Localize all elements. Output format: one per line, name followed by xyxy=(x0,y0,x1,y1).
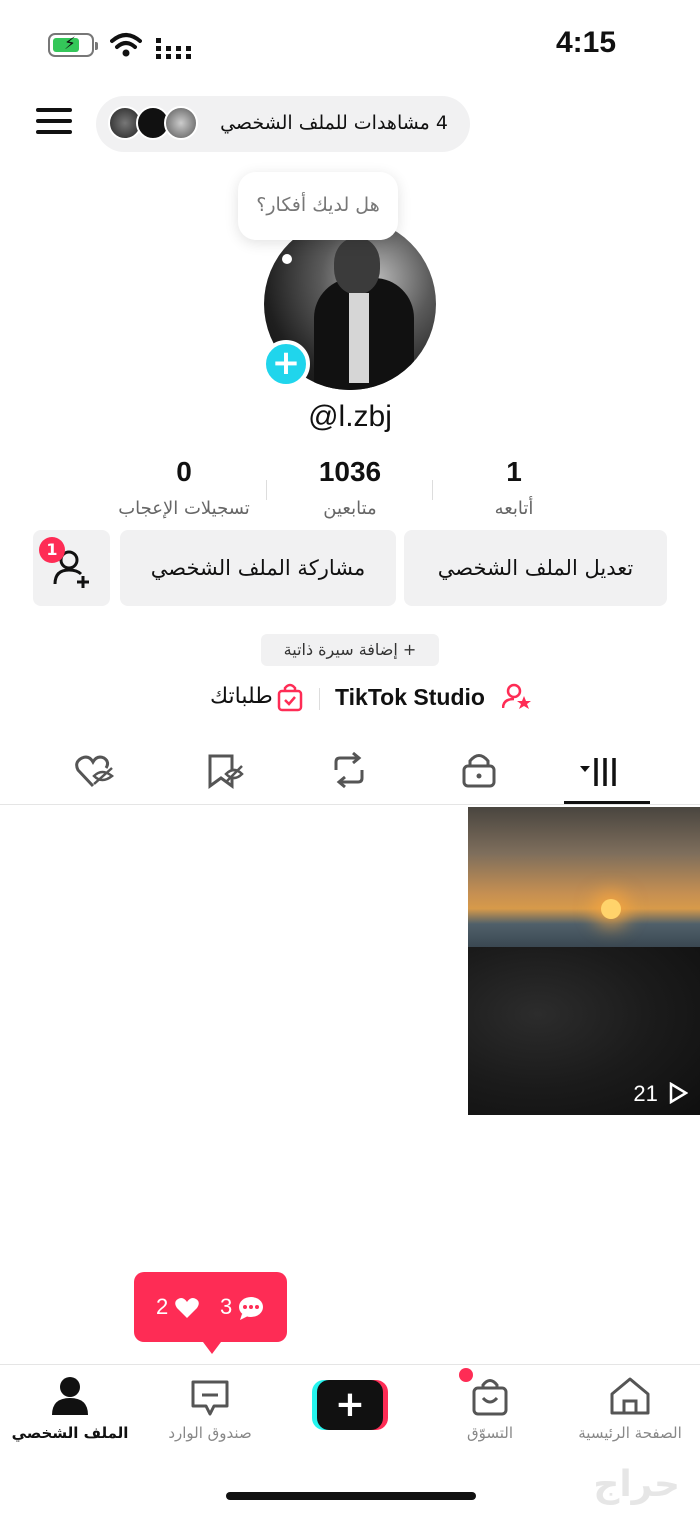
saved-hidden-tab-icon[interactable] xyxy=(204,750,248,790)
play-count-value: 21 xyxy=(633,1081,658,1106)
profile-views-text: 4 مشاهدات للملف الشخصي xyxy=(220,112,448,134)
share-profile-button[interactable]: مشاركة الملف الشخصي xyxy=(120,530,396,606)
viewer-avatar xyxy=(164,106,198,140)
nav-home-label[interactable]: الصفحة الرئيسية xyxy=(550,1424,700,1442)
home-icon[interactable] xyxy=(608,1376,652,1416)
username: @l.zbj xyxy=(308,400,392,433)
following-count[interactable]: 1 xyxy=(434,456,594,488)
notification-tail xyxy=(200,1338,224,1354)
likes-count[interactable]: 0 xyxy=(104,456,264,488)
nav-shop-label[interactable]: التسوّق xyxy=(410,1424,570,1442)
inbox-icon[interactable] xyxy=(190,1378,230,1418)
status-dot xyxy=(282,254,292,264)
ideas-bubble-text: هل لديك أفكار؟ xyxy=(256,194,380,216)
shop-notification-dot xyxy=(459,1368,473,1382)
divider xyxy=(266,480,267,500)
videos-grid-tab-icon[interactable] xyxy=(576,750,620,790)
home-indicator xyxy=(226,1492,476,1500)
edit-profile-button[interactable]: تعديل الملف الشخصي xyxy=(404,530,667,606)
watermark: حراج xyxy=(593,1464,680,1505)
add-bio-button[interactable]: + إضافة سيرة ذاتية xyxy=(261,634,439,666)
orders-bag-icon xyxy=(277,683,303,712)
nav-inbox-label[interactable]: صندوق الوارد xyxy=(130,1424,290,1442)
divider xyxy=(319,688,320,710)
video-thumbnail[interactable]: 21 xyxy=(468,807,700,1115)
play-icon xyxy=(669,1081,689,1105)
likes-label: تسجيلات الإعجاب xyxy=(118,498,250,519)
comments-notification-count: 3 xyxy=(220,1294,233,1319)
followers-label: متابعين xyxy=(323,498,377,519)
divider xyxy=(432,480,433,500)
ideas-bubble[interactable]: هل لديك أفكار؟ xyxy=(238,172,398,240)
heart-icon xyxy=(175,1298,199,1318)
wifi-icon xyxy=(110,33,142,57)
shop-icon[interactable] xyxy=(470,1376,510,1416)
profile-views-pill[interactable]: 4 مشاهدات للملف الشخصي xyxy=(96,96,470,152)
orders-link[interactable]: طلباتك xyxy=(210,684,273,709)
divider xyxy=(0,1364,700,1365)
tiktok-studio-link[interactable]: TikTok Studio xyxy=(335,684,485,711)
repost-tab-icon[interactable] xyxy=(328,750,372,790)
menu-icon[interactable] xyxy=(36,108,72,138)
comment-icon xyxy=(239,1297,263,1320)
play-count: 21 xyxy=(633,1081,689,1107)
battery-icon: ⚡ xyxy=(48,33,98,57)
create-button[interactable]: + xyxy=(312,1380,388,1430)
divider xyxy=(0,804,700,805)
activity-notification[interactable]: 2 3 xyxy=(134,1272,287,1342)
friend-request-badge: 1 xyxy=(39,537,65,563)
plus-icon: + xyxy=(317,1380,383,1430)
status-time: 4:15 xyxy=(555,26,616,59)
followers-count[interactable]: 1036 xyxy=(270,456,430,488)
nav-profile-label[interactable]: الملف الشخصي xyxy=(0,1424,150,1442)
lock-tab-icon[interactable] xyxy=(458,750,502,790)
studio-icon xyxy=(502,683,531,709)
following-label: أتابعه xyxy=(494,498,534,519)
add-story-button[interactable]: + xyxy=(262,340,310,388)
likes-notification-count: 2 xyxy=(156,1294,169,1319)
liked-hidden-tab-icon[interactable] xyxy=(72,750,116,790)
profile-icon[interactable] xyxy=(50,1376,90,1416)
cellular-icon xyxy=(156,38,191,59)
